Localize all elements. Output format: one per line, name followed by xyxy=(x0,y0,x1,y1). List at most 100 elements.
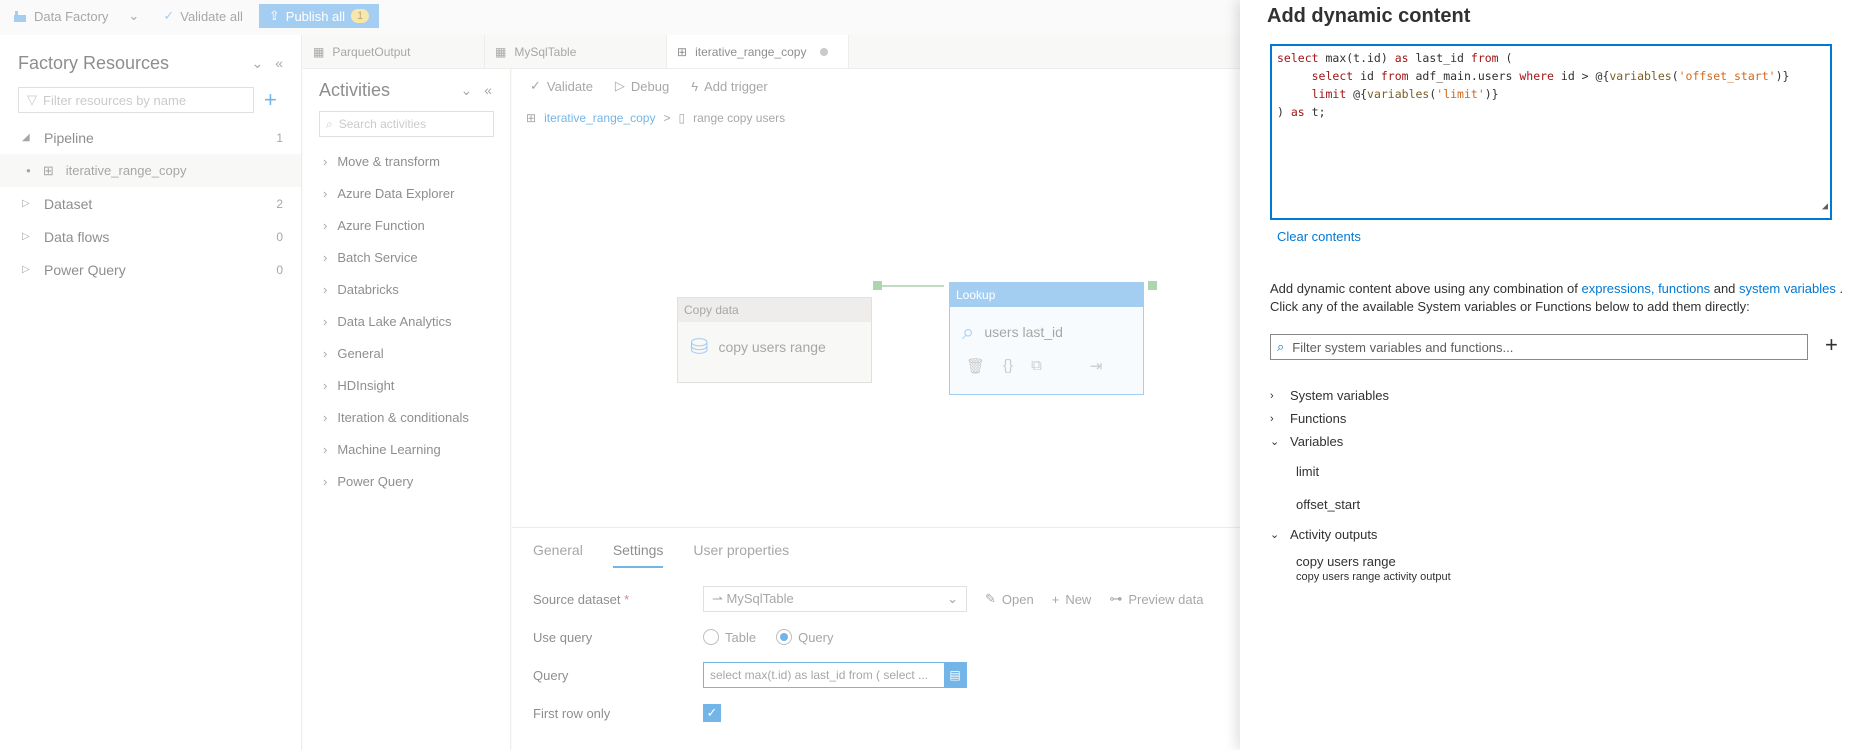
tree-item-iterative-range-copy[interactable]: ● ⊞ iterative_range_copy xyxy=(0,154,301,187)
breadcrumb-pipeline-link[interactable]: iterative_range_copy xyxy=(544,111,655,125)
tab-settings[interactable]: Settings xyxy=(612,542,664,568)
chevron-right-icon: › xyxy=(1270,389,1274,402)
tree-item-pipeline[interactable]: ◢ Pipeline 1 xyxy=(0,121,301,154)
validate-all-button[interactable]: ✓ Validate all xyxy=(151,0,255,32)
table-icon: ▦ xyxy=(495,44,507,59)
open-button[interactable]: ✎ Open xyxy=(985,591,1034,607)
variable-offset-start[interactable]: offset_start xyxy=(1270,488,1830,521)
data-factory-workspace: Data Factory ⌄ ✓ Validate all ⇪ Publish … xyxy=(0,0,1240,750)
tab-label: iterative_range_copy xyxy=(695,44,807,59)
copy-icon[interactable]: ⧉ xyxy=(1031,357,1042,375)
section-variables[interactable]: ⌄ Variables xyxy=(1270,428,1830,455)
collapsed-triangle-icon: ▷ xyxy=(22,264,30,275)
activity-category-item[interactable]: › Data Lake Analytics xyxy=(303,305,510,337)
tree-item-power-query[interactable]: ▷ Power Query 0 xyxy=(0,253,301,286)
first-row-only-checkbox[interactable]: ✓ xyxy=(703,704,721,722)
activity-category-item[interactable]: › Iteration & conditionals xyxy=(303,401,510,433)
collapse-all-icon[interactable]: ⌄ xyxy=(460,82,472,99)
tab-iterative-range-copy[interactable]: ⊞ iterative_range_copy xyxy=(667,35,849,68)
expression-editor[interactable]: select max(t.id) as last_id from ( selec… xyxy=(1270,44,1832,220)
activity-category-item[interactable]: › Databricks xyxy=(303,273,510,305)
node-label: copy users range xyxy=(718,339,826,355)
output-port[interactable] xyxy=(873,281,882,290)
activity-category-item[interactable]: › Power Query xyxy=(303,465,510,497)
filter-resources-input[interactable]: ▽ Filter resources by name xyxy=(18,87,254,113)
activity-category-label: Iteration & conditionals xyxy=(337,409,469,425)
radio-label: Query xyxy=(798,629,834,645)
activity-category-item[interactable]: › Move & transform xyxy=(303,145,510,177)
tree-item-dataset[interactable]: ▷ Dataset 2 xyxy=(0,187,301,220)
section-activity-outputs[interactable]: ⌄ Activity outputs xyxy=(1270,521,1830,548)
filter-functions-input[interactable]: ⌕ Filter system variables and functions.… xyxy=(1270,334,1808,360)
code-braces-icon[interactable]: {} xyxy=(1003,357,1013,375)
debug-label: Debug xyxy=(630,78,670,94)
help-text: Add dynamic content above using any comb… xyxy=(1270,280,1850,316)
activity-output-item[interactable]: copy users range copy users range activi… xyxy=(1270,548,1830,590)
new-label: New xyxy=(1065,591,1092,607)
publish-count-badge: 1 xyxy=(351,9,370,23)
chevron-right-icon: › xyxy=(1270,412,1274,425)
tab-user-properties[interactable]: User properties xyxy=(693,542,789,558)
clear-contents-link[interactable]: Clear contents xyxy=(1277,229,1361,244)
database-icon: ⛁ xyxy=(690,334,709,359)
preview-label: Preview data xyxy=(1128,591,1204,607)
activity-category-item[interactable]: › Azure Function xyxy=(303,209,510,241)
pipeline-canvas[interactable]: ✓ Validate ▷ Debug ϟ Add trigger ⊞ iterativ… xyxy=(512,69,1240,527)
activity-category-item[interactable]: › General xyxy=(303,337,510,369)
add-icon[interactable]: + xyxy=(1825,332,1838,358)
chevron-down-icon: ⌄ xyxy=(1270,529,1280,541)
search-activities-input[interactable]: ⌕ Search activities xyxy=(319,111,494,137)
copy-data-node[interactable]: Copy data ⛁ copy users range xyxy=(677,297,872,383)
breadcrumb: ⊞ iterative_range_copy > ▯ range copy us… xyxy=(512,103,1240,133)
activity-category-item[interactable]: › Azure Data Explorer xyxy=(303,177,510,209)
radio-query[interactable]: Query xyxy=(776,629,833,645)
new-button[interactable]: + New xyxy=(1052,592,1092,607)
clipboard-icon[interactable]: ▤ xyxy=(944,663,966,687)
variable-limit[interactable]: limit xyxy=(1270,455,1830,488)
publish-all-button[interactable]: ⇪ Publish all 1 xyxy=(258,4,380,28)
tree-item-count: 2 xyxy=(276,196,283,211)
tab-general[interactable]: General xyxy=(533,542,583,558)
activity-category-item[interactable]: › HDInsight xyxy=(303,369,510,401)
output-port[interactable] xyxy=(1148,281,1157,290)
add-trigger-button[interactable]: ϟ Add trigger xyxy=(691,79,767,94)
tree-item-data-flows[interactable]: ▷ Data flows 0 xyxy=(0,220,301,253)
add-resource-icon[interactable]: + xyxy=(264,89,277,111)
debug-button[interactable]: ▷ Debug xyxy=(615,78,669,94)
tab-mysql-table[interactable]: ▦ MySqlTable xyxy=(485,35,667,68)
resize-grip-icon[interactable]: ◢ xyxy=(1822,198,1828,216)
radio-table[interactable]: Table xyxy=(703,629,756,645)
system-variables-link[interactable]: system variables xyxy=(1739,281,1836,296)
collapsed-triangle-icon: ▷ xyxy=(22,198,30,209)
activity-category-item[interactable]: › Machine Learning xyxy=(303,433,510,465)
output-arrow-icon[interactable]: ⇥ xyxy=(1090,357,1103,375)
section-label: Variables xyxy=(1290,434,1344,449)
dot-icon: ● xyxy=(26,166,31,175)
tree-item-label: Data flows xyxy=(44,228,110,245)
delete-icon[interactable]: 🗑 xyxy=(966,357,985,375)
preview-data-button[interactable]: ⊶ Preview data xyxy=(1109,591,1203,607)
filter-functions-placeholder: Filter system variables and functions... xyxy=(1292,339,1514,355)
collapse-pane-icon[interactable]: « xyxy=(275,55,283,72)
tab-parquet-output[interactable]: ▦ ParquetOutput xyxy=(303,35,485,68)
lookup-node[interactable]: Lookup ⌕ users last_id 🗑 {} ⧉ ⇥ xyxy=(949,282,1144,395)
factory-selector[interactable]: Data Factory ⌄ xyxy=(0,0,151,32)
help-text-part: and xyxy=(1710,281,1740,296)
collapse-all-icon[interactable]: ⌄ xyxy=(251,55,263,72)
validate-button[interactable]: ✓ Validate xyxy=(530,78,593,94)
resources-title: Factory Resources xyxy=(18,52,170,73)
expressions-functions-link[interactable]: expressions, functions xyxy=(1581,281,1710,296)
node-header: Copy data xyxy=(678,298,871,322)
tree-item-count: 0 xyxy=(276,262,283,277)
validate-all-label: Validate all xyxy=(180,8,243,24)
required-asterisk: * xyxy=(624,591,630,607)
activity-category-item[interactable]: › Batch Service xyxy=(303,241,510,273)
collapse-pane-icon[interactable]: « xyxy=(484,82,492,99)
source-dataset-select[interactable]: ⇀ MySqlTable ⌄ xyxy=(703,586,967,612)
radio-label: Table xyxy=(725,629,757,645)
query-input[interactable]: select max(t.id) as last_id from ( selec… xyxy=(703,662,967,688)
chevron-right-icon: › xyxy=(323,313,328,329)
chevron-right-icon: › xyxy=(323,377,328,393)
upload-icon: ⇪ xyxy=(268,8,280,23)
tree-item-label: Pipeline xyxy=(44,129,94,146)
